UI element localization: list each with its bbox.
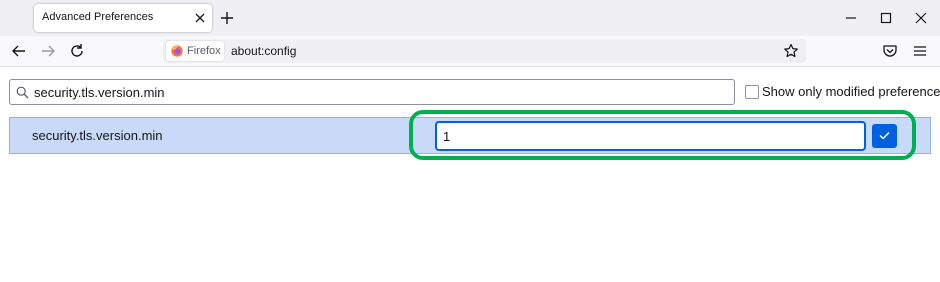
title-bar: Advanced Preferences (0, 0, 940, 36)
hamburger-menu-icon[interactable] (910, 41, 930, 61)
preference-search-box[interactable] (9, 79, 735, 105)
tab-title: Advanced Preferences (42, 11, 154, 23)
url-text[interactable]: about:config (231, 44, 296, 58)
preference-name: security.tls.version.min (32, 128, 163, 143)
show-modified-label[interactable]: Show only modified preferences (762, 84, 940, 99)
plus-icon[interactable] (218, 9, 236, 27)
search-input[interactable] (34, 81, 724, 103)
window-close-icon[interactable] (912, 9, 930, 27)
url-bar[interactable]: Firefox about:config (163, 39, 806, 63)
maximize-icon[interactable] (877, 9, 895, 27)
navigation-bar: Firefox about:config (0, 36, 940, 67)
forward-arrow-icon[interactable] (38, 41, 58, 61)
reload-icon[interactable] (67, 41, 87, 61)
back-arrow-icon[interactable] (9, 41, 29, 61)
tab-advanced-preferences[interactable]: Advanced Preferences (34, 4, 212, 32)
firefox-logo-icon (171, 45, 183, 57)
search-icon (16, 86, 29, 99)
preference-value-input[interactable] (436, 122, 865, 150)
close-icon[interactable] (192, 10, 208, 26)
checkmark-icon (879, 131, 890, 140)
preference-row[interactable]: security.tls.version.min (9, 117, 931, 154)
pocket-icon[interactable] (880, 41, 900, 61)
minimize-icon[interactable] (842, 9, 860, 27)
identity-label: Firefox (187, 45, 221, 57)
show-modified-checkbox[interactable] (745, 85, 759, 99)
bookmark-star-icon[interactable] (782, 42, 800, 60)
save-button[interactable] (872, 124, 897, 148)
identity-box[interactable]: Firefox (166, 41, 224, 61)
